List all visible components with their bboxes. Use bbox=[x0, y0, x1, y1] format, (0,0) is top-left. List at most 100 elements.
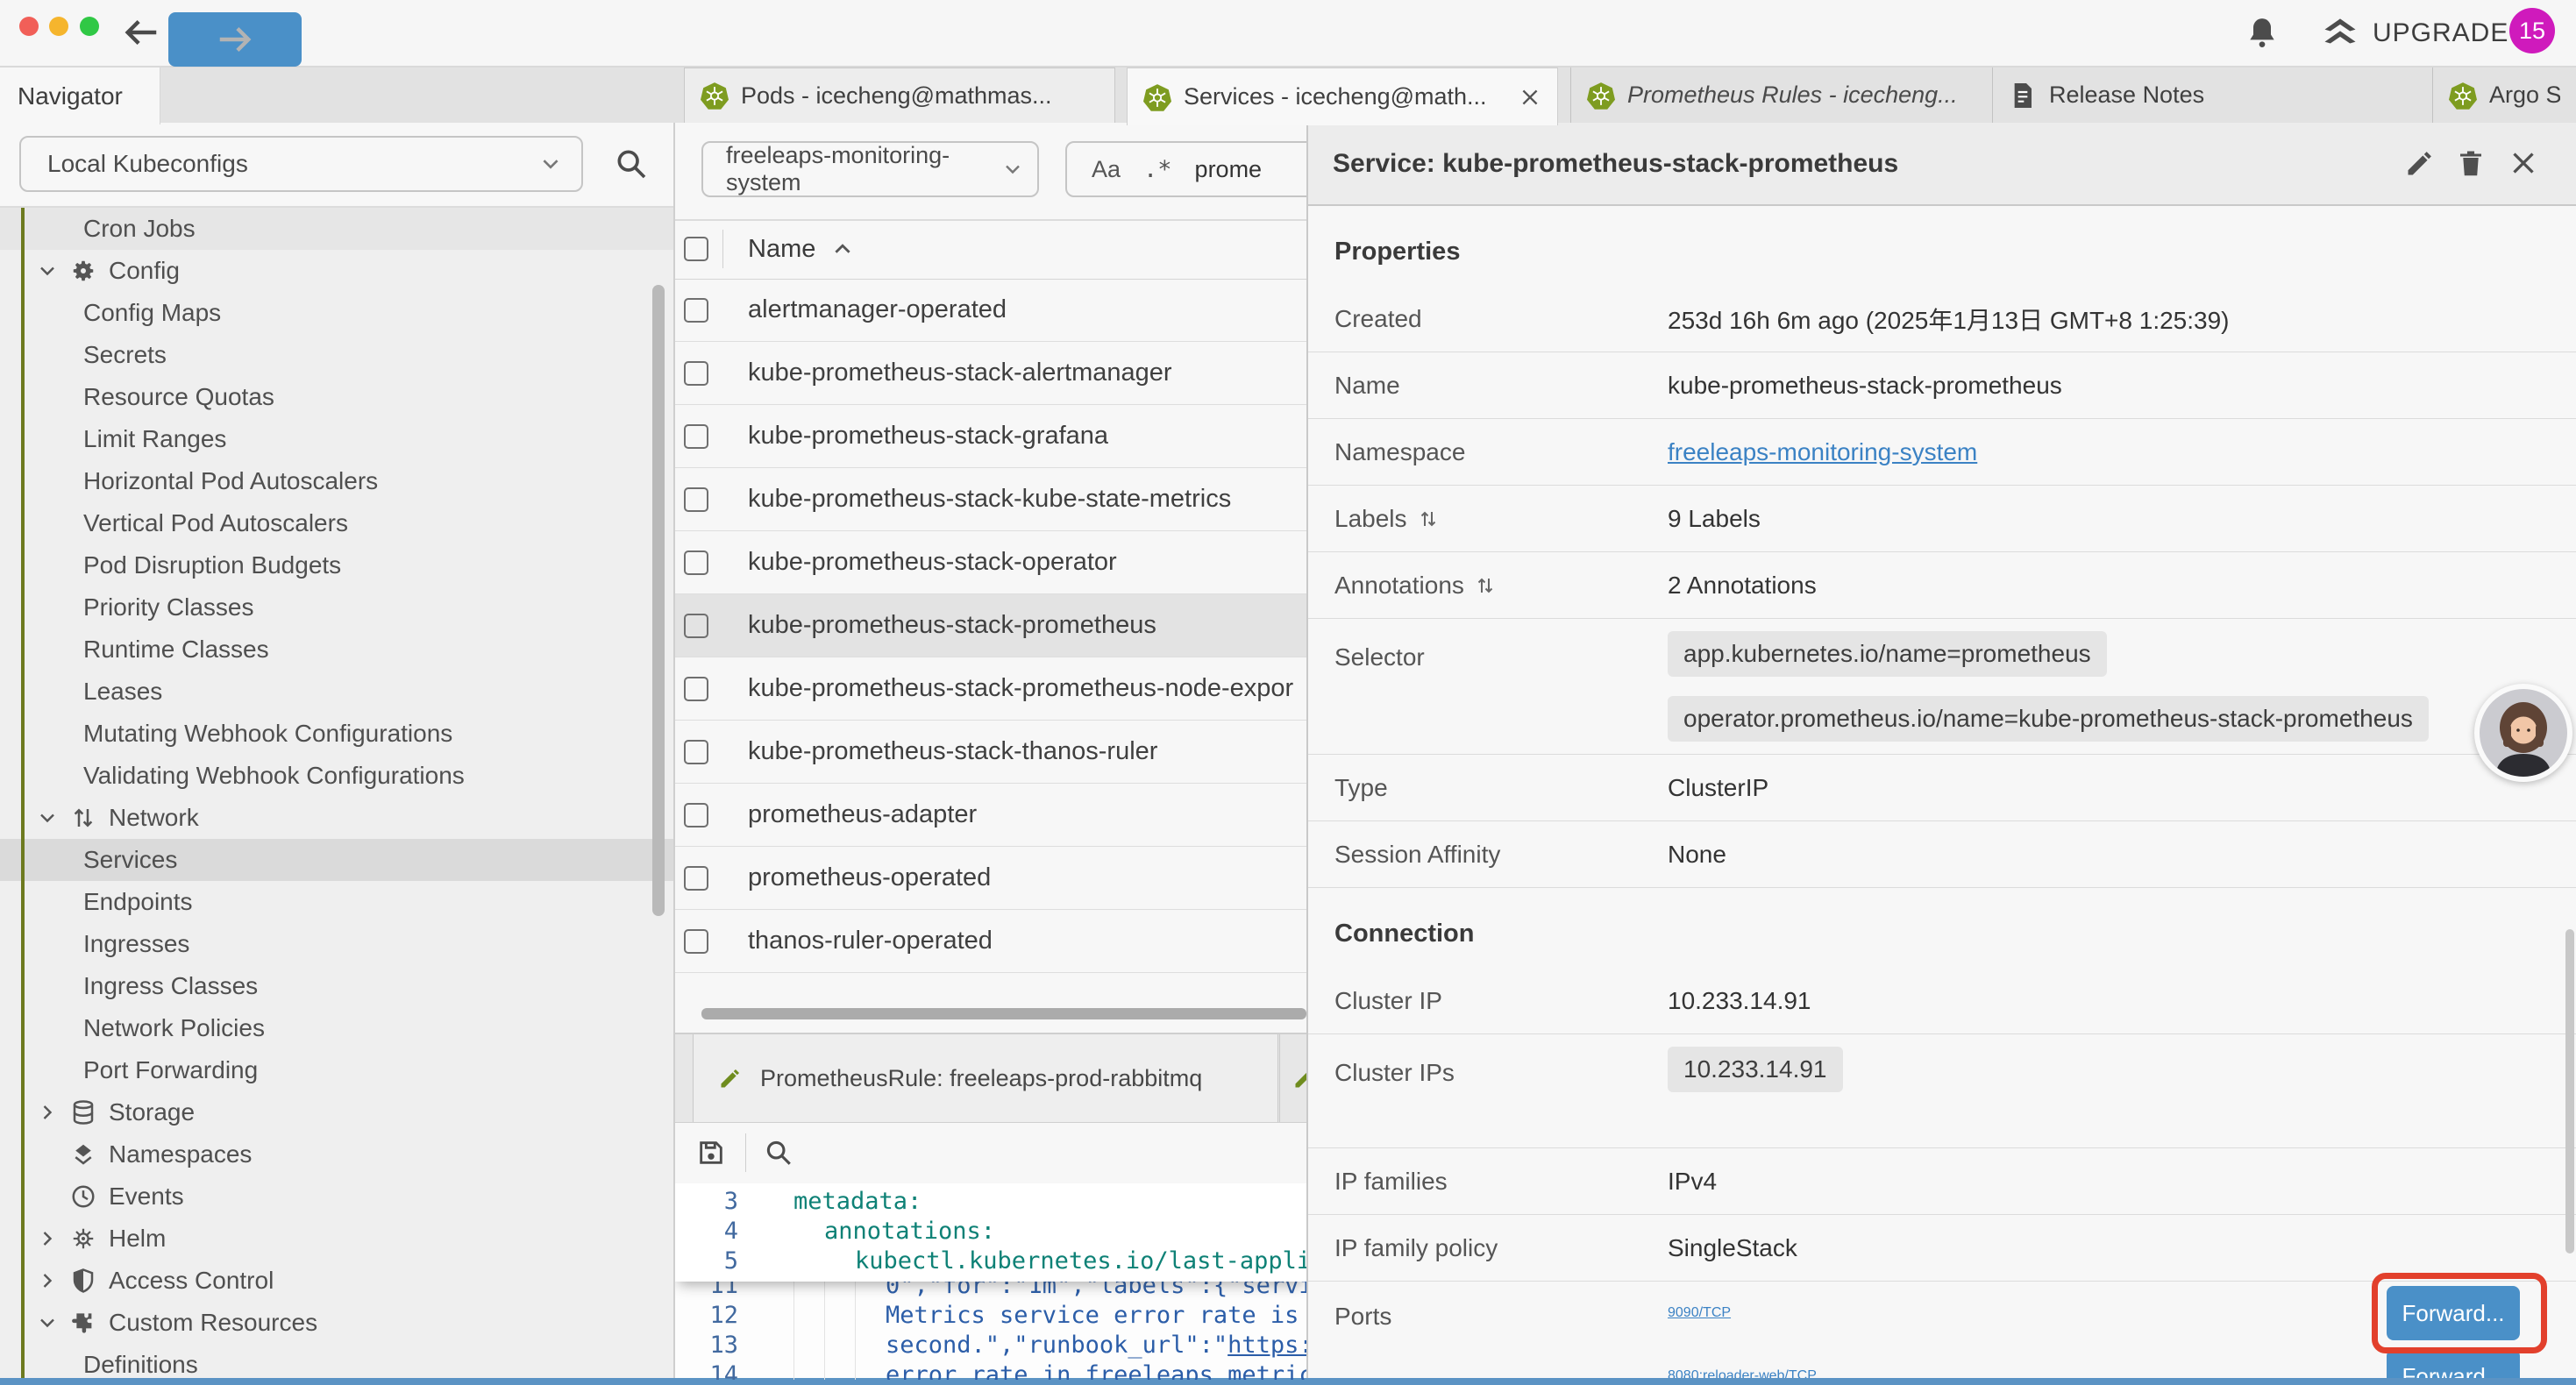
port-link[interactable]: 9090/TCP bbox=[1668, 1305, 1731, 1321]
detail-row-cluster-ip: Cluster IP10.233.14.91 bbox=[1308, 968, 2576, 1034]
navigator-panel-tab[interactable]: Navigator bbox=[0, 67, 160, 124]
row-checkbox[interactable] bbox=[684, 866, 708, 891]
sidebar-item-ingresses[interactable]: Ingresses bbox=[0, 923, 673, 965]
detail-scrollbar[interactable] bbox=[2565, 929, 2574, 1254]
sidebar-item-priority-classes[interactable]: Priority Classes bbox=[0, 586, 673, 629]
table-row[interactable]: kube-prometheus-stack-prometheus bbox=[675, 594, 1306, 657]
notifications-bell-icon[interactable] bbox=[2245, 15, 2280, 50]
chevron-right-icon[interactable] bbox=[37, 1270, 70, 1291]
row-checkbox[interactable] bbox=[684, 361, 708, 386]
line-number: 14 bbox=[675, 1360, 738, 1380]
row-checkbox[interactable] bbox=[684, 424, 708, 449]
yaml-editor[interactable]: 110","for":"1m","labels":{"service":"12M… bbox=[675, 1183, 1306, 1380]
sidebar-item-endpoints[interactable]: Endpoints bbox=[0, 881, 673, 923]
tab-prometheus-rules[interactable]: Prometheus Rules - icecheng... bbox=[1570, 67, 1992, 123]
sidebar-scrollbar[interactable] bbox=[652, 285, 665, 916]
traffic-light-close[interactable] bbox=[19, 17, 39, 36]
sidebar-item-pod-disruption-budgets[interactable]: Pod Disruption Budgets bbox=[0, 544, 673, 586]
sidebar-item-custom-resources[interactable]: Custom Resources bbox=[0, 1302, 673, 1344]
sidebar-item-config-maps[interactable]: Config Maps bbox=[0, 292, 673, 334]
dock-tab-prometheusrule[interactable]: PrometheusRule: freeleaps-prod-rabbitmq bbox=[693, 1034, 1278, 1122]
horizontal-scrollbar[interactable] bbox=[701, 1008, 1306, 1019]
table-row[interactable]: alertmanager-operated bbox=[675, 279, 1306, 342]
sidebar-item-storage[interactable]: Storage bbox=[0, 1091, 673, 1133]
traffic-light-maximize[interactable] bbox=[80, 17, 99, 36]
sidebar-item-limit-ranges[interactable]: Limit Ranges bbox=[0, 418, 673, 460]
port-link[interactable]: 8080:reloader-web/TCP bbox=[1668, 1368, 1817, 1378]
close-icon[interactable] bbox=[2508, 147, 2539, 179]
sort-updown-icon[interactable] bbox=[1475, 575, 1496, 596]
namespace-link[interactable]: freeleaps-monitoring-system bbox=[1668, 438, 1977, 465]
namespace-select[interactable]: freeleaps-monitoring-system bbox=[701, 141, 1039, 197]
sidebar-item-namespaces[interactable]: Namespaces bbox=[0, 1133, 673, 1175]
traffic-light-minimize[interactable] bbox=[49, 17, 68, 36]
sort-ascending-icon[interactable] bbox=[831, 238, 854, 260]
regex-toggle[interactable]: .* bbox=[1143, 156, 1172, 183]
row-checkbox[interactable] bbox=[684, 487, 708, 512]
chevron-right-icon[interactable] bbox=[37, 1228, 70, 1249]
sidebar-item-resource-quotas[interactable]: Resource Quotas bbox=[0, 376, 673, 418]
match-case-toggle[interactable]: Aa bbox=[1092, 156, 1121, 183]
row-checkbox[interactable] bbox=[684, 803, 708, 827]
back-icon[interactable] bbox=[121, 12, 161, 53]
row-checkbox[interactable] bbox=[684, 929, 708, 954]
sidebar-item-secrets[interactable]: Secrets bbox=[0, 334, 673, 376]
sidebar-item-port-forwarding[interactable]: Port Forwarding bbox=[0, 1049, 673, 1091]
chevron-right-icon[interactable] bbox=[37, 1102, 70, 1123]
service-name: kube-prometheus-stack-grafana bbox=[748, 422, 1108, 451]
table-row[interactable]: thanos-ruler-operated bbox=[675, 910, 1306, 973]
sidebar-item-ingress-classes[interactable]: Ingress Classes bbox=[0, 965, 673, 1007]
editor-search-icon[interactable] bbox=[764, 1138, 793, 1168]
sidebar-item-horizontal-pod-autoscalers[interactable]: Horizontal Pod Autoscalers bbox=[0, 460, 673, 502]
tab-services[interactable]: Services - icecheng@math... bbox=[1127, 67, 1558, 125]
chevron-down-icon[interactable] bbox=[37, 260, 70, 281]
sidebar-item-vertical-pod-autoscalers[interactable]: Vertical Pod Autoscalers bbox=[0, 502, 673, 544]
table-row[interactable]: prometheus-adapter bbox=[675, 784, 1306, 847]
row-checkbox[interactable] bbox=[684, 298, 708, 323]
delete-trash-icon[interactable] bbox=[2455, 147, 2487, 179]
sidebar-item-network[interactable]: Network bbox=[0, 797, 673, 839]
sidebar-item-config[interactable]: Config bbox=[0, 250, 673, 292]
edit-pencil-icon[interactable] bbox=[2404, 147, 2436, 179]
tab-close-icon[interactable] bbox=[1519, 86, 1541, 109]
sidebar-item-mutating-webhook-configurations[interactable]: Mutating Webhook Configurations bbox=[0, 713, 673, 755]
sort-updown-icon[interactable] bbox=[1418, 508, 1439, 529]
row-checkbox[interactable] bbox=[684, 677, 708, 701]
dock-tab-partial[interactable] bbox=[1279, 1034, 1306, 1122]
table-row[interactable]: kube-prometheus-stack-kube-state-metrics bbox=[675, 468, 1306, 531]
sidebar-item-helm[interactable]: Helm bbox=[0, 1218, 673, 1260]
sidebar-item-definitions[interactable]: Definitions bbox=[0, 1344, 673, 1378]
user-avatar[interactable] bbox=[2474, 684, 2572, 782]
sidebar-item-cron-jobs[interactable]: Cron Jobs bbox=[0, 208, 673, 250]
search-icon[interactable] bbox=[614, 146, 649, 181]
row-checkbox[interactable] bbox=[684, 740, 708, 764]
upgrade-button[interactable]: UPGRADE bbox=[2322, 13, 2508, 53]
row-checkbox[interactable] bbox=[684, 550, 708, 575]
table-row[interactable]: kube-prometheus-stack-grafana bbox=[675, 405, 1306, 468]
sidebar-item-events[interactable]: Events bbox=[0, 1175, 673, 1218]
kubeconfig-select[interactable]: Local Kubeconfigs bbox=[19, 136, 583, 192]
table-row[interactable]: prometheus-operated bbox=[675, 847, 1306, 910]
filter-input[interactable]: Aa .* prome bbox=[1065, 141, 1306, 197]
sidebar-item-network-policies[interactable]: Network Policies bbox=[0, 1007, 673, 1049]
sidebar-item-validating-webhook-configurations[interactable]: Validating Webhook Configurations bbox=[0, 755, 673, 797]
tab-argo[interactable]: Argo Se bbox=[2432, 67, 2576, 123]
save-icon[interactable] bbox=[696, 1138, 726, 1168]
chevron-down-icon[interactable] bbox=[37, 807, 70, 828]
sidebar-item-access-control[interactable]: Access Control bbox=[0, 1260, 673, 1302]
table-row[interactable]: kube-prometheus-stack-prometheus-node-ex… bbox=[675, 657, 1306, 721]
table-row[interactable]: kube-prometheus-stack-thanos-ruler bbox=[675, 721, 1306, 784]
forward-icon[interactable] bbox=[168, 12, 302, 67]
sidebar-item-services[interactable]: Services bbox=[0, 839, 673, 881]
row-checkbox[interactable] bbox=[684, 614, 708, 638]
table-row[interactable]: kube-prometheus-stack-operator bbox=[675, 531, 1306, 594]
notification-count-badge[interactable]: 15 bbox=[2509, 8, 2555, 53]
tab-release-notes[interactable]: Release Notes bbox=[1992, 67, 2432, 123]
column-header-name[interactable]: Name bbox=[748, 235, 815, 264]
table-row[interactable]: kube-prometheus-stack-alertmanager bbox=[675, 342, 1306, 405]
select-all-checkbox[interactable] bbox=[684, 237, 708, 261]
chevron-down-icon[interactable] bbox=[37, 1312, 70, 1333]
sidebar-item-runtime-classes[interactable]: Runtime Classes bbox=[0, 629, 673, 671]
tab-pods[interactable]: Pods - icecheng@mathmas... bbox=[684, 67, 1115, 123]
sidebar-item-leases[interactable]: Leases bbox=[0, 671, 673, 713]
